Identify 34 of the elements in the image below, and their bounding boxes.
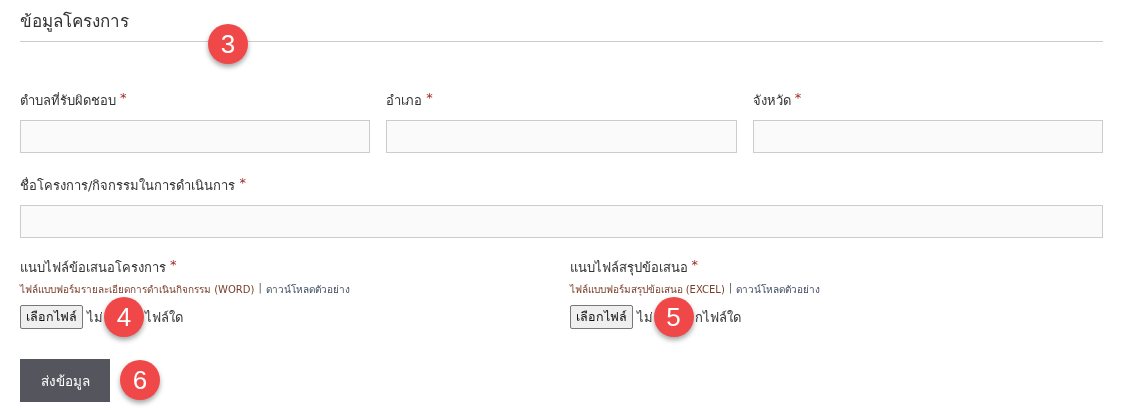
required-mark: * (120, 90, 127, 107)
field-label: แนบไฟล์ข้อเสนอโครงการ (20, 259, 166, 277)
section-title: ข้อมูลโครงการ (20, 10, 129, 34)
download-link[interactable]: ดาวน์โหลดตัวอย่าง (736, 282, 821, 297)
step-badge: 6 (120, 360, 160, 400)
file-status: ไม่ (87, 308, 103, 327)
separator: | (258, 282, 262, 296)
file-status: ไฟล์ใด (145, 308, 183, 327)
file-status: กไฟล์ใด (694, 308, 741, 327)
hint-text: ไฟล์แบบฟอร์มสรุปข้อเสนอ (EXCEL) (569, 283, 725, 297)
step-badge: 4 (104, 297, 144, 337)
required-mark: * (691, 257, 698, 274)
field-label: แนบไฟล์สรุปข้อเสนอ (569, 259, 688, 278)
hint-text: ไฟล์แบบฟอร์มรายละเอียดการดำเนินกิจกรรม (WORD) (20, 283, 255, 297)
choose-file-button[interactable]: เลือกไฟล์ (569, 305, 633, 329)
required-mark: * (239, 175, 246, 192)
required-mark: * (170, 257, 177, 274)
step-badge: 5 (653, 297, 694, 337)
field-label: ชื่อโครงการ/กิจกรรมในการดำเนินการ (20, 176, 236, 195)
separator: | (728, 282, 733, 296)
field-label: จังหวัด (752, 92, 791, 110)
required-mark: * (794, 90, 802, 107)
input-field[interactable] (20, 120, 371, 153)
file-status: ไม่ (636, 308, 653, 327)
input-field[interactable] (20, 205, 1103, 238)
choose-file-button[interactable]: เลือกไฟล์ (20, 305, 83, 329)
input-field[interactable] (752, 120, 1103, 153)
required-mark: * (426, 90, 433, 107)
input-field[interactable] (386, 120, 737, 153)
download-link[interactable]: ดาวน์โหลดตัวอย่าง (265, 282, 350, 297)
submit-button[interactable]: ส่งข้อมูล (20, 359, 110, 402)
field-label: อำเภอ (386, 92, 423, 110)
step-badge: 3 (208, 24, 248, 64)
field-label: ตำบลที่รับผิดชอบ (20, 91, 116, 110)
